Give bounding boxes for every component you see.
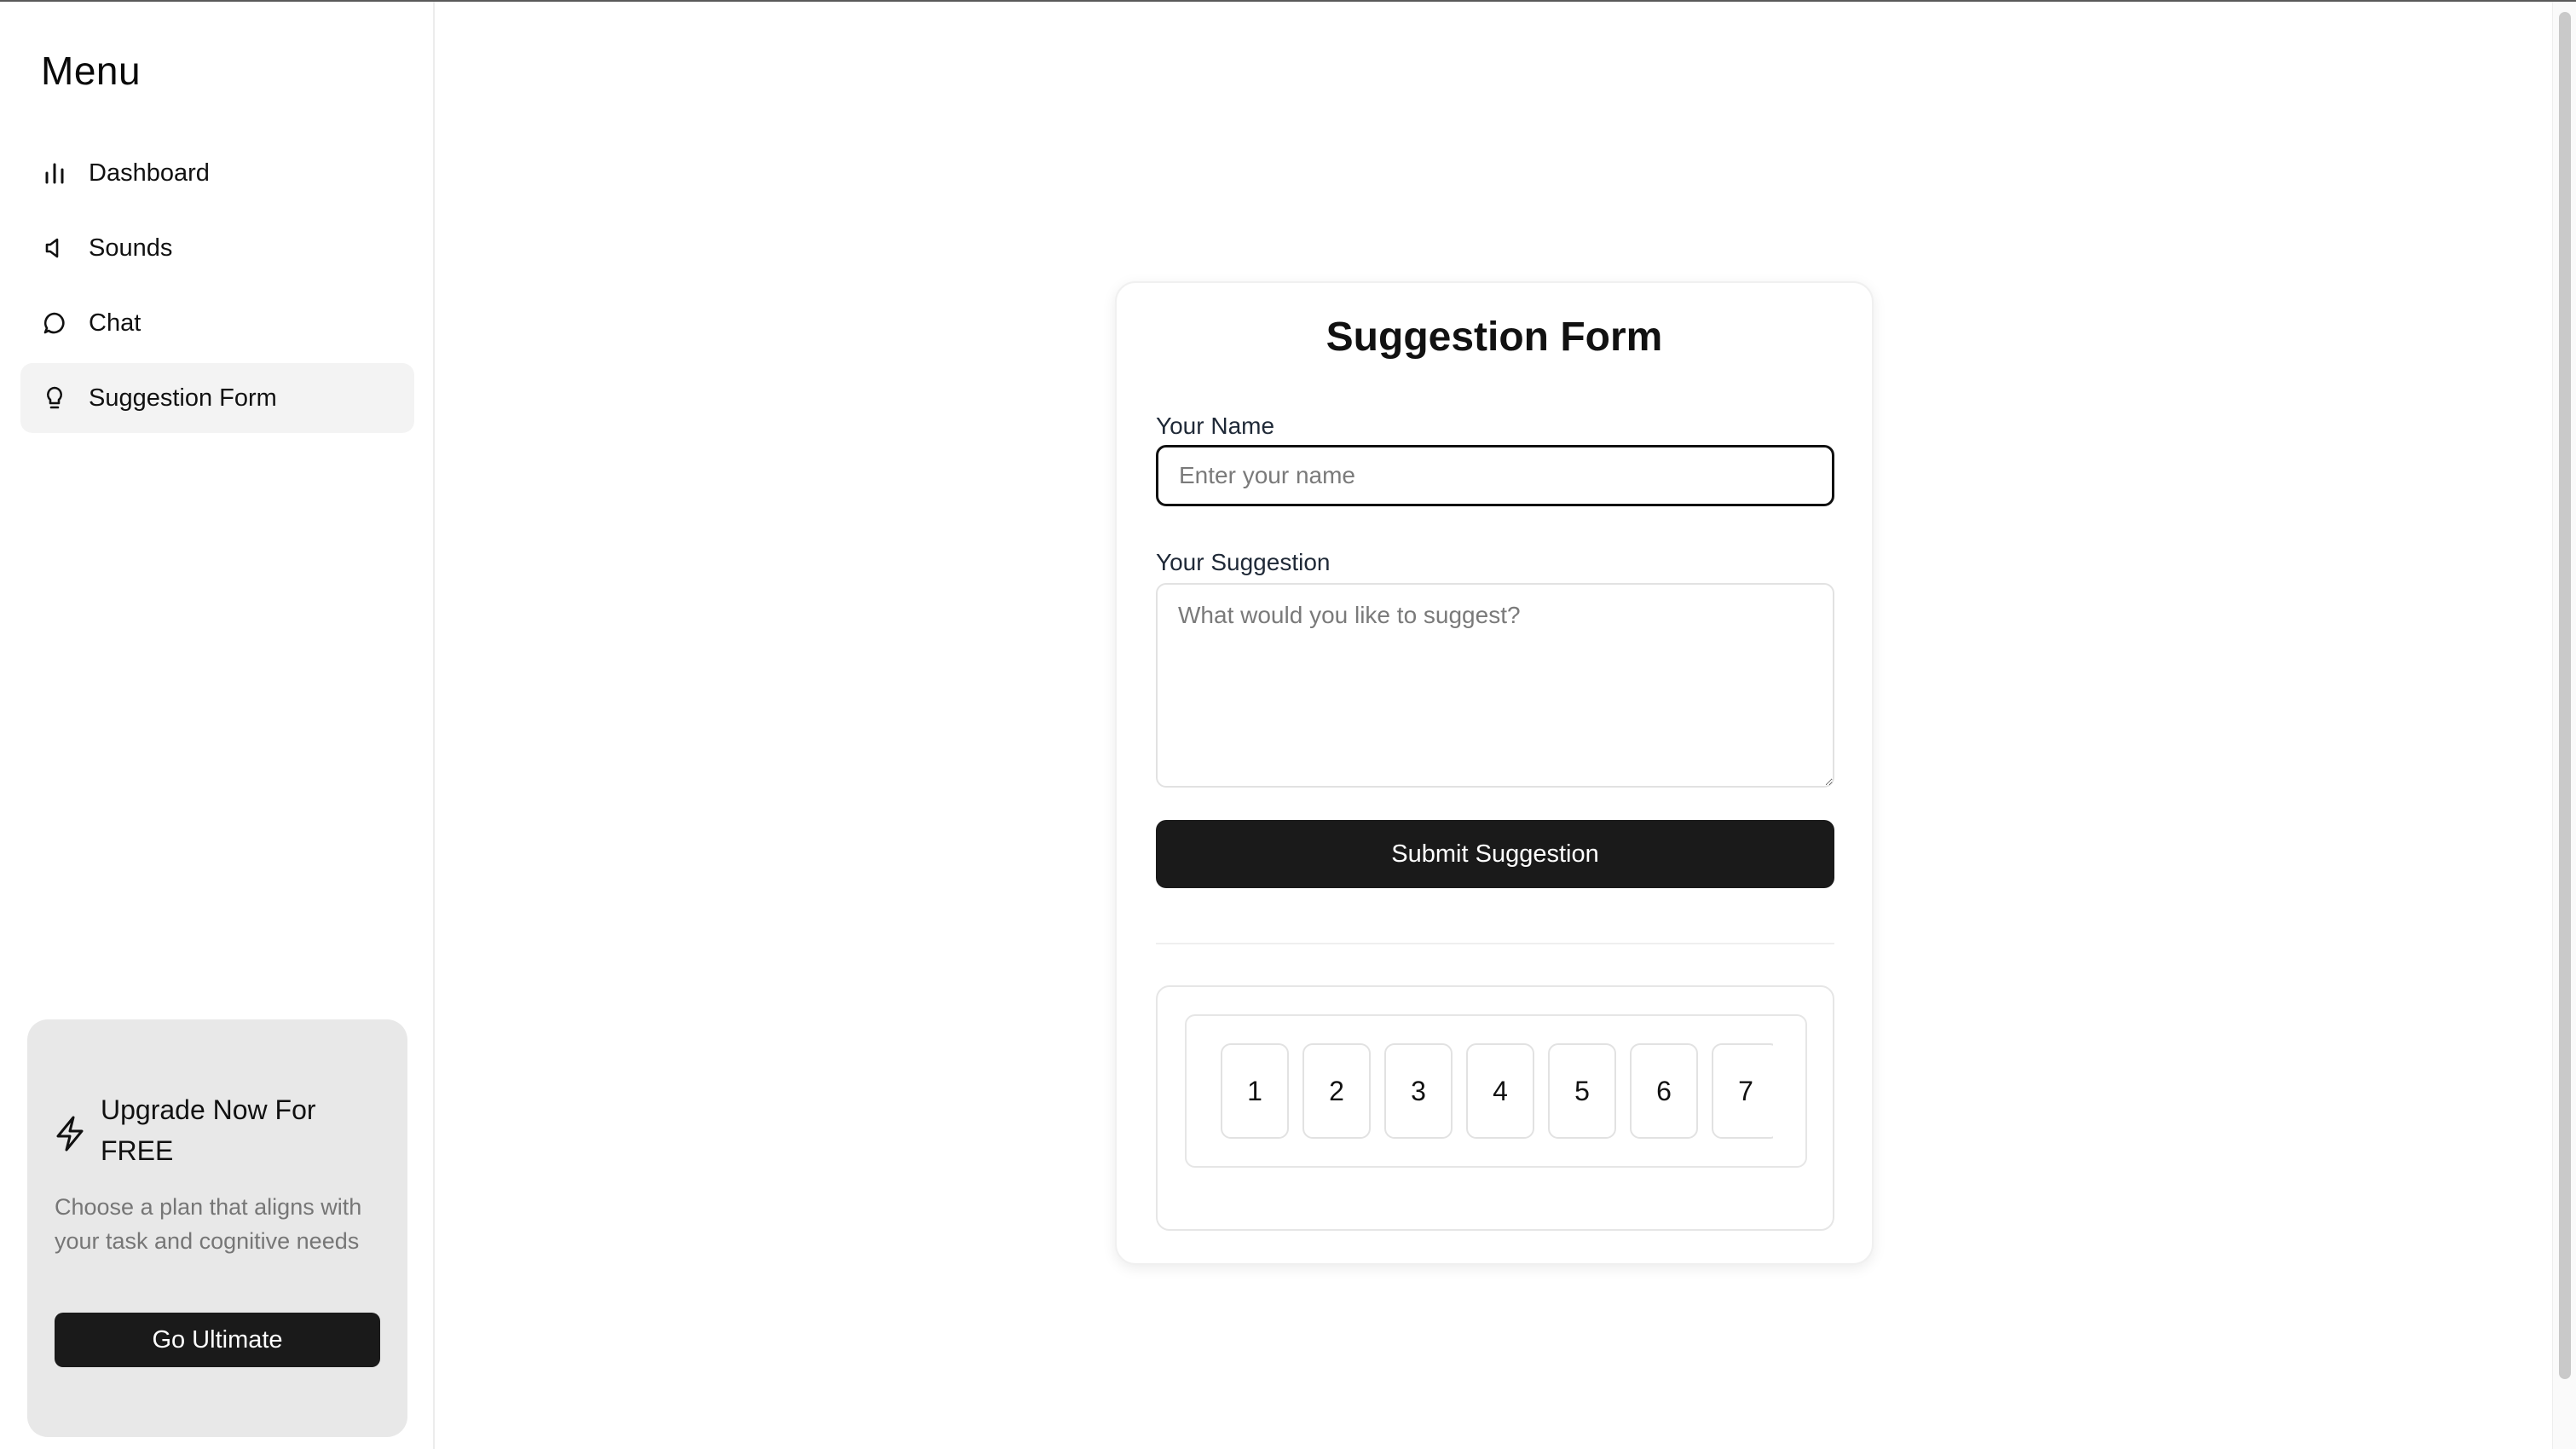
- scrollbar-thumb[interactable]: [2559, 12, 2571, 1379]
- divider: [1156, 943, 1834, 944]
- sidebar-item-dashboard[interactable]: Dashboard: [20, 138, 414, 208]
- upgrade-description: Choose a plan that aligns with your task…: [55, 1194, 362, 1254]
- sidebar-item-label: Dashboard: [89, 159, 210, 187]
- digit-scroller[interactable]: 1 2 3 4 5 6 7: [1185, 1014, 1807, 1168]
- name-input[interactable]: [1156, 445, 1834, 506]
- menu-title: Menu: [41, 49, 142, 93]
- speaker-icon: [41, 234, 68, 262]
- digit-button-4[interactable]: 4: [1466, 1043, 1534, 1139]
- upgrade-card: Upgrade Now For FREE Choose a plan that …: [27, 1019, 407, 1437]
- digit-row: 1 2 3 4 5 6 7: [1221, 1043, 1773, 1139]
- sidebar-item-label: Sounds: [89, 234, 173, 262]
- sidebar-item-sounds[interactable]: Sounds: [20, 213, 414, 283]
- digit-panel: 1 2 3 4 5 6 7: [1156, 985, 1834, 1231]
- suggestion-form-card: Suggestion Form Your Name Your Suggestio…: [1115, 281, 1874, 1265]
- suggestion-label: Your Suggestion: [1156, 549, 1331, 575]
- submit-suggestion-button[interactable]: Submit Suggestion: [1156, 820, 1834, 888]
- digit-button-7[interactable]: 7: [1712, 1043, 1773, 1139]
- sidebar-item-chat[interactable]: Chat: [20, 288, 414, 358]
- sidebar: Menu Dashboard Sounds Chat Suggestion Fo…: [0, 2, 435, 1449]
- sidebar-item-label: Chat: [89, 309, 142, 337]
- digit-button-6[interactable]: 6: [1630, 1043, 1698, 1139]
- suggestion-textarea[interactable]: [1156, 583, 1834, 788]
- chat-bubble-icon: [41, 309, 68, 337]
- name-label: Your Name: [1156, 413, 1275, 439]
- page-title: Suggestion Form: [1326, 315, 1663, 360]
- digit-button-2[interactable]: 2: [1302, 1043, 1371, 1139]
- lightbulb-icon: [41, 384, 68, 412]
- lightning-icon: [53, 1115, 87, 1152]
- digit-button-1[interactable]: 1: [1221, 1043, 1289, 1139]
- sidebar-item-label: Suggestion Form: [89, 384, 277, 412]
- digit-button-3[interactable]: 3: [1384, 1043, 1453, 1139]
- go-ultimate-button[interactable]: Go Ultimate: [55, 1313, 380, 1367]
- upgrade-title: Upgrade Now For FREE: [101, 1094, 316, 1166]
- bar-chart-icon: [41, 159, 68, 187]
- digit-button-5[interactable]: 5: [1548, 1043, 1616, 1139]
- sidebar-item-suggestion-form[interactable]: Suggestion Form: [20, 363, 414, 433]
